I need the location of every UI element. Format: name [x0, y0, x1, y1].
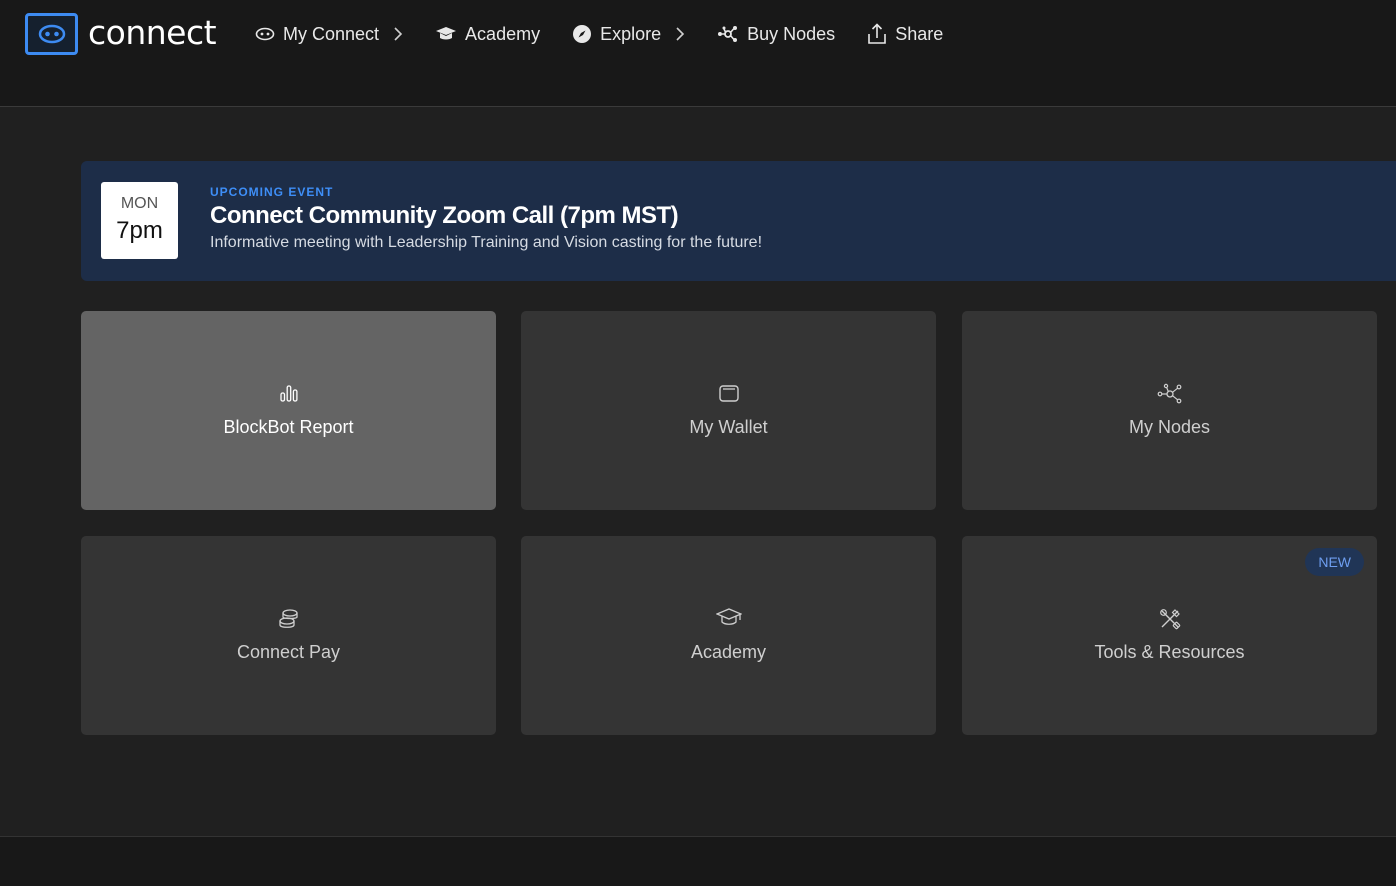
nav-item-explore[interactable]: Explore: [572, 24, 685, 45]
card-label: Connect Pay: [236, 642, 341, 662]
card-blockbot-report[interactable]: BlockBot Report: [81, 311, 496, 510]
bar-chart-icon: [279, 383, 299, 405]
graduation-cap-icon: [435, 26, 457, 42]
share-icon: [867, 23, 887, 45]
card-academy[interactable]: Academy: [521, 536, 936, 735]
event-day: MON: [120, 195, 159, 212]
card-label: Tools & Resources: [1094, 642, 1245, 662]
card-label: Academy: [690, 642, 767, 662]
compass-icon: [572, 24, 592, 44]
new-badge: NEW: [1305, 548, 1364, 576]
nav-item-academy[interactable]: Academy: [435, 24, 540, 45]
eye-icon: [255, 27, 275, 41]
logo[interactable]: connect: [25, 11, 217, 57]
tools-icon: [1159, 608, 1181, 630]
logo-text: connect: [88, 12, 217, 52]
dashboard-main: MON 7pm UPCOMING EVENT Connect Community…: [0, 107, 1396, 836]
chevron-right-icon: [393, 26, 403, 42]
nav-item-label: Academy: [465, 23, 541, 44]
nav-item-label: Explore: [600, 23, 662, 44]
nodes-icon: [717, 25, 739, 43]
nav-item-label: My Connect: [283, 23, 380, 44]
chevron-right-icon: [675, 26, 685, 42]
event-kicker: UPCOMING EVENT: [210, 185, 334, 199]
network-icon: [1157, 383, 1183, 405]
nav-item-share[interactable]: Share: [867, 23, 943, 45]
graduation-cap-icon: [714, 608, 743, 630]
logo-mark-icon: [25, 13, 78, 55]
upcoming-event-banner[interactable]: MON 7pm UPCOMING EVENT Connect Community…: [81, 161, 1396, 281]
event-time: 7pm: [116, 217, 163, 244]
coins-icon: [278, 608, 300, 630]
card-my-nodes[interactable]: My Nodes: [962, 311, 1377, 510]
event-subtitle: Informative meeting with Leadership Trai…: [210, 234, 763, 251]
card-my-wallet[interactable]: My Wallet: [521, 311, 936, 510]
nav-item-label: Share: [895, 23, 944, 44]
nav-item-label: Buy Nodes: [747, 23, 836, 44]
event-title: Connect Community Zoom Call (7pm MST): [210, 202, 679, 229]
card-tools-resources[interactable]: NEW Tools & Resources: [962, 536, 1377, 735]
footer-bar: [0, 836, 1396, 886]
main-nav: My Connect Academy Explore Buy Nodes Sha…: [255, 20, 975, 48]
card-label: My Nodes: [1128, 417, 1211, 437]
event-date-box: MON 7pm: [101, 182, 178, 259]
card-label: My Wallet: [689, 417, 768, 437]
wallet-icon: [718, 383, 740, 405]
card-label: BlockBot Report: [223, 417, 354, 437]
nav-item-buy-nodes[interactable]: Buy Nodes: [717, 24, 835, 45]
nav-item-my-connect[interactable]: My Connect: [255, 24, 403, 45]
top-navigation-bar: connect My Connect Academy Explore Buy N…: [0, 0, 1396, 107]
card-connect-pay[interactable]: Connect Pay: [81, 536, 496, 735]
